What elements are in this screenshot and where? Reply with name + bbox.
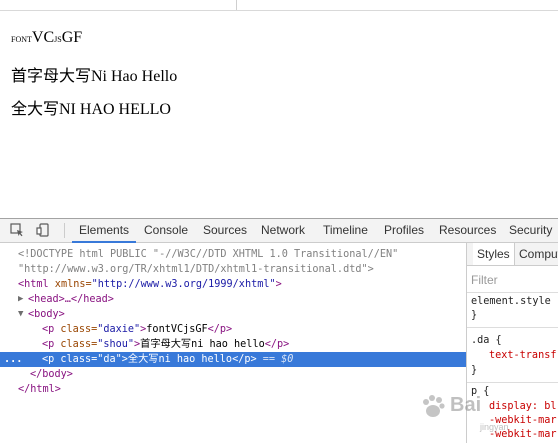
- styles-filter-input[interactable]: Filter: [471, 273, 498, 287]
- html-close-node[interactable]: </html>: [0, 382, 466, 397]
- html-open-tag: <html xmlns="http://www.w3.org/1999/xhtm…: [18, 279, 282, 290]
- watermark-subtext: jingyan: [480, 422, 509, 432]
- p-shou-node[interactable]: <p class="shou">首字母大写ni hao hello</p>: [0, 337, 466, 352]
- small-caps-font: FONT: [11, 35, 32, 44]
- device-mode-icon[interactable]: [36, 223, 50, 237]
- doctype-line-1[interactable]: <!DOCTYPE html PUBLIC "-//W3C//DTD XHTML…: [0, 247, 466, 262]
- tab-sources[interactable]: Sources: [196, 219, 254, 242]
- caps-vc: VC: [31, 29, 55, 46]
- watermark: Bai jingyan: [418, 388, 558, 442]
- tab-computed[interactable]: Comput: [515, 243, 558, 265]
- filter-divider: [467, 292, 558, 293]
- head-node[interactable]: ▶ <head>…</head>: [0, 292, 466, 307]
- tab-styles[interactable]: Styles: [473, 243, 515, 265]
- rendered-page: FONTVCJSGF 首字母大写Ni Hao Hello 全大写NI HAO H…: [0, 11, 558, 218]
- doctype-line-2[interactable]: "http://www.w3.org/TR/xhtml1/DTD/xhtml1-…: [0, 262, 466, 277]
- toolbar-separator: [64, 223, 65, 238]
- p-da-tag: <p class="da">全大写ni hao hello</p> == $0: [42, 354, 294, 365]
- expand-triangle-icon[interactable]: ▶: [18, 292, 23, 307]
- small-caps-js: JS: [54, 35, 62, 44]
- tab-profiles[interactable]: Profiles: [377, 219, 431, 242]
- inspect-element-icon[interactable]: [10, 223, 24, 237]
- element-style-selector[interactable]: element.style: [471, 296, 551, 307]
- tab-network[interactable]: Network: [254, 219, 312, 242]
- devtools-toolbar: Elements Console Sources Network Timelin…: [0, 219, 558, 243]
- shou-paragraph: 首字母大写Ni Hao Hello: [11, 68, 178, 85]
- tab-timeline[interactable]: Timeline: [316, 219, 375, 242]
- tab-console[interactable]: Console: [137, 219, 195, 242]
- rule-close-brace: }: [471, 310, 478, 321]
- doctype-text: <!DOCTYPE html PUBLIC "-//W3C//DTD XHTML…: [18, 249, 399, 260]
- body-close-node[interactable]: </body>: [0, 367, 466, 382]
- collapse-triangle-icon[interactable]: ▼: [18, 307, 23, 322]
- rule-da-selector[interactable]: .da {: [471, 335, 502, 346]
- styles-tabs: Styles Comput: [467, 243, 558, 266]
- paw-logo-icon: [423, 395, 445, 417]
- browser-tab-strip: [0, 0, 558, 11]
- watermark-text: Bai: [450, 394, 482, 416]
- rule-divider: [467, 382, 558, 383]
- caps-gf: GF: [61, 29, 83, 46]
- body-node[interactable]: ▼ <body>: [0, 307, 466, 322]
- more-actions-dots[interactable]: ...: [4, 352, 22, 367]
- text-transform-property[interactable]: text-transf: [489, 350, 556, 361]
- tab-elements[interactable]: Elements: [72, 219, 137, 243]
- html-close-tag: </html>: [18, 384, 61, 395]
- head-tag: <head>…</head>: [28, 294, 114, 305]
- p-da-node-selected[interactable]: ... <p class="da">全大写ni hao hello</p> ==…: [0, 352, 466, 367]
- p-daxie-tag: <p class="daxie">fontVCjsGF</p>: [42, 324, 233, 335]
- rule-divider: [467, 327, 558, 328]
- da-paragraph: 全大写NI HAO HELLO: [11, 101, 171, 118]
- daxie-paragraph: FONTVCJSGF: [11, 29, 82, 47]
- doctype-url: "http://www.w3.org/TR/xhtml1/DTD/xhtml1-…: [18, 264, 374, 275]
- elements-dom-tree: <!DOCTYPE html PUBLIC "-//W3C//DTD XHTML…: [0, 243, 466, 443]
- tab-edge: [236, 0, 237, 10]
- body-close-tag: </body>: [30, 369, 73, 380]
- body-open-tag: <body>: [28, 309, 65, 320]
- rule-close-brace: }: [471, 365, 478, 376]
- tab-resources[interactable]: Resources: [432, 219, 503, 242]
- p-shou-tag: <p class="shou">首字母大写ni hao hello</p>: [42, 339, 290, 350]
- html-node[interactable]: <html xmlns="http://www.w3.org/1999/xhtm…: [0, 277, 466, 292]
- p-daxie-node[interactable]: <p class="daxie">fontVCjsGF</p>: [0, 322, 466, 337]
- tab-security[interactable]: Security: [502, 219, 558, 242]
